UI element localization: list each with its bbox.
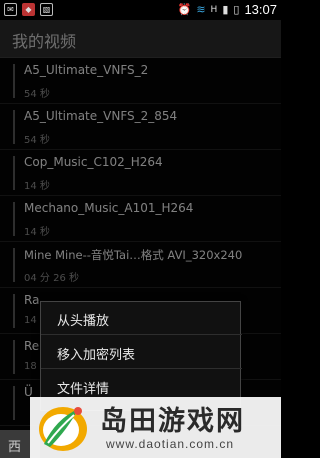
video-duration: 04 分 26 秒 — [24, 273, 79, 284]
shield-icon: ◆ — [22, 3, 35, 16]
menu-item-label: 文件详情 — [57, 382, 110, 397]
photo-icon: ▧ — [40, 3, 53, 16]
video-duration: 54 秒 — [24, 135, 50, 146]
menu-item-label: 移入加密列表 — [57, 348, 136, 363]
list-item[interactable]: A5_Ultimate_VNFS_2 54 秒 — [0, 58, 281, 104]
battery-icon: ▯ — [233, 3, 240, 16]
video-duration: 54 秒 — [24, 89, 50, 100]
notification-icons: ✉ ◆ ▧ — [4, 3, 53, 16]
menu-item-move-to-encrypted[interactable]: 移入加密列表 — [41, 336, 242, 369]
video-name: Cop_Music_C102_H264 — [24, 155, 163, 169]
watermark-url: www.daotian.com.cn — [106, 437, 235, 451]
alarm-icon: ⏰ — [177, 3, 192, 16]
signal-icon: ▮ — [222, 3, 229, 16]
row-indicator — [13, 64, 15, 98]
row-indicator — [13, 294, 15, 328]
video-duration: 14 秒 — [24, 227, 50, 238]
video-duration: 18 — [24, 361, 37, 372]
list-item[interactable]: Cop_Music_C102_H264 14 秒 — [0, 150, 281, 196]
row-indicator — [13, 386, 15, 420]
watermark: 岛田游戏网 www.daotian.com.cn — [30, 397, 281, 458]
bottom-tab-label: 西 — [8, 440, 22, 455]
system-icons: ⏰ ≋ H ▮ ▯ 13:07 — [178, 2, 277, 17]
menu-item-label: 从头播放 — [57, 314, 110, 329]
wifi-icon: ≋ — [196, 3, 206, 16]
network-type: H — [210, 4, 218, 15]
status-bar: ✉ ◆ ▧ ⏰ ≋ H ▮ ▯ 13:07 — [0, 0, 281, 20]
watermark-logo-icon — [39, 407, 87, 451]
video-duration: 14 — [24, 315, 37, 326]
context-menu: 从头播放 移入加密列表 文件详情 — [40, 301, 242, 411]
row-indicator — [13, 340, 15, 374]
mail-icon: ✉ — [4, 3, 17, 16]
video-name: Mine Mine--音悦Tai…格式 AVI_320x240 — [24, 248, 243, 262]
row-indicator — [13, 156, 15, 190]
watermark-text: 岛田游戏网 — [100, 406, 245, 437]
row-indicator — [13, 248, 15, 282]
list-item[interactable]: A5_Ultimate_VNFS_2_854 54 秒 — [0, 104, 281, 150]
video-name: A5_Ultimate_VNFS_2_854 — [24, 109, 178, 123]
row-indicator — [13, 110, 15, 144]
row-indicator — [13, 202, 15, 236]
video-name: Re — [24, 339, 40, 353]
title-bar: 我的视频 — [0, 20, 281, 58]
clock: 13:07 — [244, 2, 277, 17]
video-name: Mechano_Music_A101_H264 — [24, 201, 194, 215]
video-name: Ra — [24, 293, 40, 307]
list-item[interactable]: Mine Mine--音悦Tai…格式 AVI_320x240 04 分 26 … — [0, 242, 281, 288]
video-name: A5_Ultimate_VNFS_2 — [24, 63, 149, 77]
menu-item-play-from-start[interactable]: 从头播放 — [41, 302, 242, 335]
video-duration: 14 秒 — [24, 181, 50, 192]
list-item[interactable]: Mechano_Music_A101_H264 14 秒 — [0, 196, 281, 242]
page-title: 我的视频 — [12, 32, 77, 51]
